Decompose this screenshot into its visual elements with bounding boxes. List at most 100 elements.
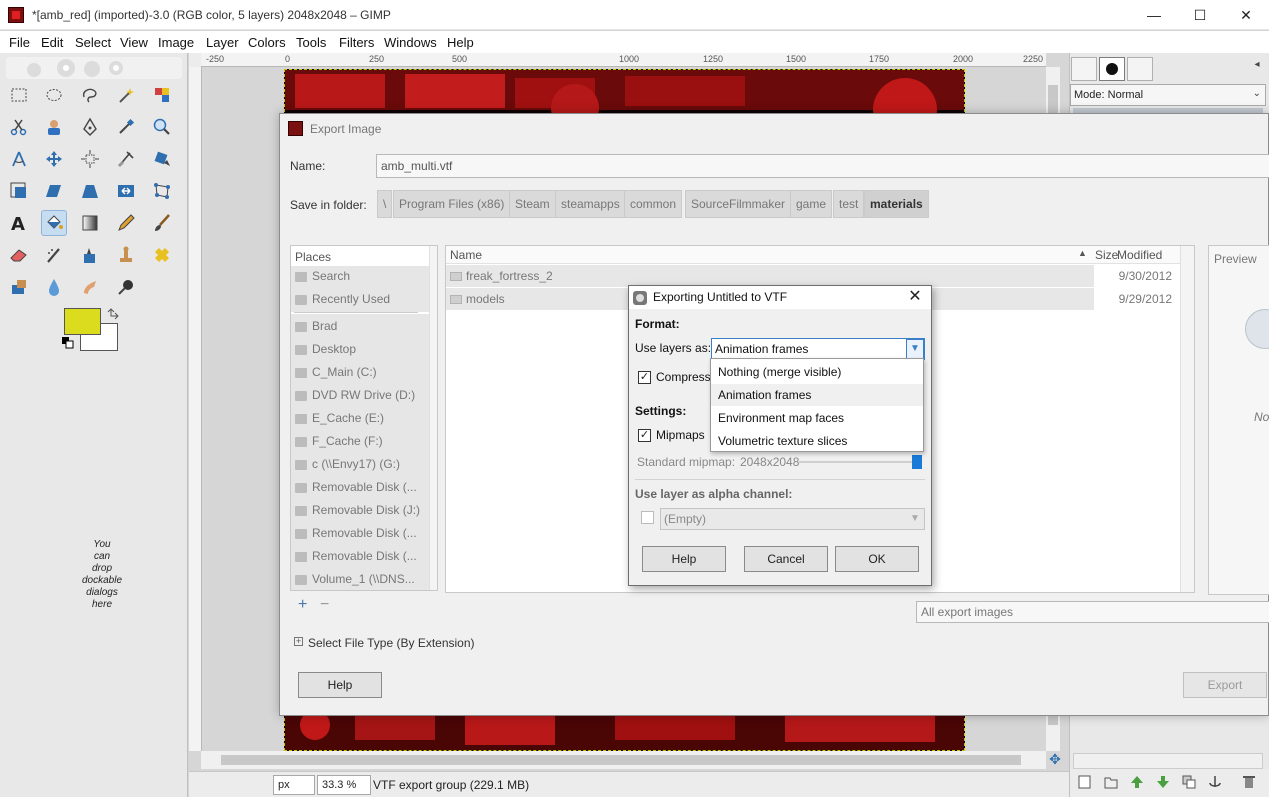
ellipse-select-tool-icon[interactable] [41,82,67,108]
rect-select-tool-icon[interactable] [6,82,32,108]
place-e-cache[interactable]: E_Cache (E:) [295,407,384,429]
menu-tools[interactable]: Tools [296,35,326,50]
new-layer-icon[interactable] [1078,775,1092,789]
menu-edit[interactable]: Edit [41,35,63,50]
breadcrumb-game[interactable]: game [790,190,833,218]
export-button[interactable]: Export [1183,672,1267,698]
vertical-ruler[interactable] [189,67,202,751]
alpha-layer-combo[interactable]: (Empty) [660,508,925,530]
clone-tool-icon[interactable] [113,242,139,268]
duplicate-layer-icon[interactable] [1182,775,1196,789]
menu-layer[interactable]: Layer [206,35,239,50]
place-network-g[interactable]: c (\\Envy17) (G:) [295,453,400,475]
vtf-help-button[interactable]: Help [642,546,726,572]
close-window-button[interactable]: ✕ [1223,0,1269,30]
mipmaps-checkbox[interactable]: ✓ [638,429,651,442]
move-tool-icon[interactable] [41,146,67,172]
file-row-freak-fortress[interactable]: freak_fortress_2 [446,265,1094,287]
maximize-button[interactable]: ☐ [1177,0,1223,30]
fuzzy-select-tool-icon[interactable] [113,82,139,108]
foreground-color-swatch[interactable] [64,308,101,335]
place-recently-used[interactable]: Recently Used [295,288,390,310]
paintbrush-tool-icon[interactable] [149,210,175,236]
airbrush-tool-icon[interactable] [41,242,67,268]
dock-horizontal-scrollbar[interactable] [1073,753,1263,769]
default-colors-icon[interactable] [62,337,74,349]
place-removable-1[interactable]: Removable Disk (... [295,476,417,498]
menu-file[interactable]: File [9,35,30,50]
menu-colors[interactable]: Colors [248,35,286,50]
new-layer-group-icon[interactable] [1104,775,1118,789]
free-select-tool-icon[interactable] [77,82,103,108]
zoom-tool-icon[interactable] [149,114,175,140]
place-volume-1[interactable]: Volume_1 (\\DNS... [295,568,415,590]
add-bookmark-icon[interactable]: + [298,596,307,614]
select-file-type-expander[interactable]: Select File Type (By Extension) [308,636,475,650]
perspective-tool-icon[interactable] [77,178,103,204]
paths-tool-icon[interactable] [77,114,103,140]
column-name[interactable]: Name [450,248,482,262]
flip-tool-icon[interactable] [113,178,139,204]
anchor-layer-icon[interactable] [1208,775,1222,789]
mipmap-slider-track[interactable] [799,461,915,463]
vtf-cancel-button[interactable]: Cancel [744,546,828,572]
unit-combo[interactable]: px [273,775,315,795]
column-size[interactable]: Size [1095,248,1118,262]
option-environment-map-faces[interactable]: Environment map faces [711,407,923,429]
ink-tool-icon[interactable] [77,242,103,268]
align-tool-icon[interactable] [77,146,103,172]
swap-colors-icon[interactable] [106,307,120,321]
breadcrumb-sourcefilmmaker[interactable]: SourceFilmmaker [685,190,792,218]
menu-help[interactable]: Help [447,35,474,50]
canvas-horizontal-scrollbar[interactable] [201,751,1046,769]
layers-tab-icon[interactable] [1071,57,1097,81]
breadcrumb-root[interactable]: \ [377,190,393,218]
menu-select[interactable]: Select [75,35,111,50]
place-c-main[interactable]: C_Main (C:) [295,361,377,383]
option-nothing-merge-visible[interactable]: Nothing (merge visible) [711,361,923,383]
measure-tool-icon[interactable] [6,146,32,172]
menu-view[interactable]: View [120,35,148,50]
place-dvd-drive[interactable]: DVD RW Drive (D:) [295,384,415,406]
rotate-tool-icon[interactable] [149,146,175,172]
chevron-down-icon[interactable]: ▼ [906,339,924,359]
lower-layer-icon[interactable] [1156,775,1170,789]
select-by-color-tool-icon[interactable] [149,82,175,108]
brushes-tab-icon[interactable] [1099,57,1125,81]
breadcrumb-steam[interactable]: Steam [509,190,556,218]
breadcrumb-materials[interactable]: materials [864,190,929,218]
zoom-combo[interactable]: 33.3 % [317,775,371,795]
alpha-checkbox[interactable] [641,511,654,524]
crop-tool-icon[interactable] [113,146,139,172]
cage-transform-tool-icon[interactable] [149,178,175,204]
pencil-tool-icon[interactable] [113,210,139,236]
text-tool-icon[interactable]: A [6,210,32,236]
place-removable-j[interactable]: Removable Disk (J:) [295,499,420,521]
color-picker-tool-icon[interactable] [113,114,139,140]
column-modified[interactable]: Modified [1117,248,1162,262]
scale-tool-icon[interactable] [6,178,32,204]
breadcrumb-steamapps[interactable]: steamapps [555,190,626,218]
menu-windows[interactable]: Windows [384,35,437,50]
use-layers-combo[interactable]: Animation frames [711,338,925,360]
raise-layer-icon[interactable] [1130,775,1144,789]
place-removable-2[interactable]: Removable Disk (... [295,522,417,544]
expand-icon[interactable]: + [294,637,303,646]
option-volumetric-texture-slices[interactable]: Volumetric texture slices [711,430,923,452]
foreground-select-tool-icon[interactable] [41,114,67,140]
compress-checkbox[interactable]: ✓ [638,371,651,384]
export-help-button[interactable]: Help [298,672,382,698]
remove-bookmark-icon[interactable]: − [320,596,329,614]
file-filter-combo[interactable]: All export images [916,601,1269,623]
option-animation-frames[interactable]: Animation frames [711,384,923,406]
smudge-tool-icon[interactable] [77,274,103,300]
places-scrollbar[interactable] [429,246,437,590]
place-f-cache[interactable]: F_Cache (F:) [295,430,383,452]
place-brad[interactable]: Brad [295,315,337,337]
filename-input[interactable]: amb_multi.vtf [376,154,1269,178]
breadcrumb-test[interactable]: test [833,190,865,218]
menu-image[interactable]: Image [158,35,194,50]
heal-tool-icon[interactable] [149,242,175,268]
place-desktop[interactable]: Desktop [295,338,356,360]
horizontal-ruler[interactable]: -250 0 250 500 1000 1250 1500 1750 2000 … [201,53,1046,67]
